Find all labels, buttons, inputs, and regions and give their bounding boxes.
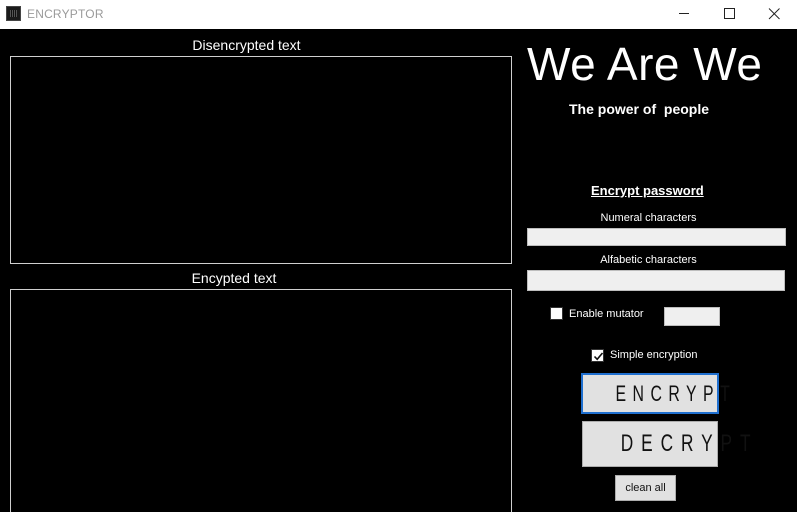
title-bar[interactable]: ENCRYPTOR [0,0,797,29]
window-title: ENCRYPTOR [27,7,104,21]
checkmark-icon [593,352,604,361]
simple-encryption-checkbox[interactable] [591,349,604,362]
encryptor-window: ENCRYPTOR Disencrypted text Encypted tex… [0,0,797,512]
mutator-input[interactable] [664,307,720,326]
client-area: Disencrypted text Encypted text We Are W… [0,29,797,512]
enable-mutator-label[interactable]: Enable mutator [569,308,644,320]
maximize-button[interactable] [706,0,752,29]
minimize-icon [679,13,689,14]
close-button[interactable] [751,0,797,29]
disencrypted-text-label: Disencrypted text [192,37,301,53]
encrypt-password-heading: Encrypt password [591,183,704,198]
minimize-button[interactable] [661,0,707,29]
close-icon [768,8,780,20]
disencrypted-text-area[interactable] [10,56,512,264]
numeral-characters-input[interactable] [527,228,786,246]
enable-mutator-checkbox[interactable] [550,307,563,320]
numeral-characters-label: Numeral characters [600,212,697,224]
brand-subtitle: The power of people [569,101,710,117]
brand-title: We Are We [527,38,763,90]
encrypt-button[interactable]: ENCRYPT [581,373,730,414]
alfabetic-characters-label: Alfabetic characters [600,254,697,266]
app-icon [6,6,21,21]
clean-all-button[interactable]: clean all [615,475,676,501]
alfabetic-characters-input[interactable] [527,270,785,291]
maximize-icon [724,8,735,19]
simple-encryption-label[interactable]: Simple encryption [610,349,697,361]
encrypt-button-label: ENCRYPT [615,381,737,406]
decrypt-button-label: DECRYPT [620,430,759,457]
decrypt-button[interactable]: DECRYPT [582,421,751,467]
encrypted-text-label: Encypted text [191,270,277,286]
encrypted-text-area[interactable] [10,289,512,512]
